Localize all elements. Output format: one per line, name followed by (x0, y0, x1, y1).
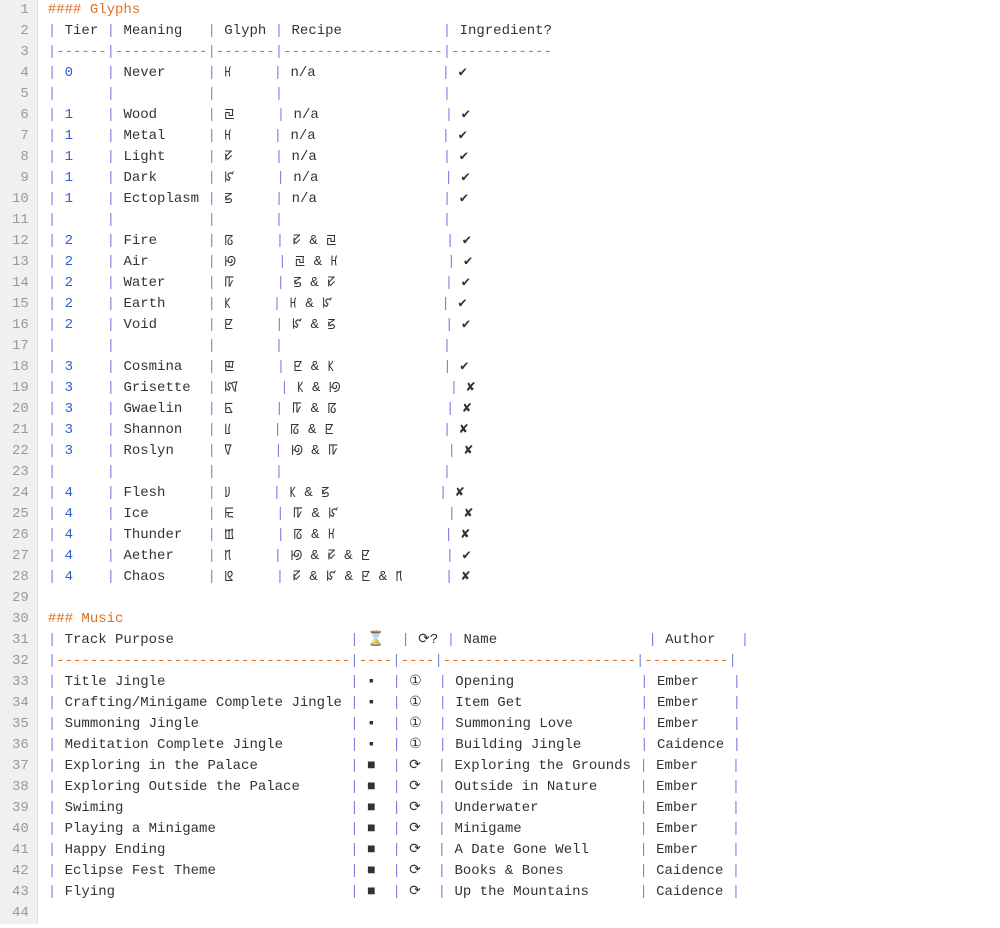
line-number: 10 (12, 189, 29, 210)
code-line: | 3 | Shannon | ꡦ | ꡞ & ꡢ | ✘ (48, 420, 749, 441)
line-number: 26 (12, 525, 29, 546)
line-number: 42 (12, 861, 29, 882)
line-number: 37 (12, 756, 29, 777)
line-number: 25 (12, 504, 29, 525)
line-number: 20 (12, 399, 29, 420)
line-number: 4 (12, 63, 29, 84)
code-line: | Exploring in the Palace | ■ | ⟳ | Expl… (48, 756, 749, 777)
line-number-gutter: 1234567891011121314151617181920212223242… (0, 0, 38, 924)
code-line: | 3 | Roslyn | ꡧ | ꡟ & ꡠ | ✘ (48, 441, 749, 462)
line-number: 15 (12, 294, 29, 315)
code-line: | 4 | Thunder | ꡪ | ꡞ & ꡘ | ✘ (48, 525, 749, 546)
code-line: | Crafting/Minigame Complete Jingle | ▪ … (48, 693, 749, 714)
line-number: 11 (12, 210, 29, 231)
code-editor-content[interactable]: #### Glyphs| Tier | Meaning | Glyph | Re… (38, 0, 749, 924)
line-number: 36 (12, 735, 29, 756)
code-line: | Happy Ending | ■ | ⟳ | A Date Gone Wel… (48, 840, 749, 861)
code-line: ### Music (48, 609, 749, 630)
line-number: 24 (12, 483, 29, 504)
line-number: 13 (12, 252, 29, 273)
line-number: 34 (12, 693, 29, 714)
line-number: 2 (12, 21, 29, 42)
line-number: 17 (12, 336, 29, 357)
line-number: 40 (12, 819, 29, 840)
line-number: 30 (12, 609, 29, 630)
code-line: | 2 | Air | ꡟ | ꡙ & ꡘ | ✔ (48, 252, 749, 273)
code-line: | 3 | Gwaelin | ꡥ | ꡠ & ꡞ | ✘ (48, 399, 749, 420)
code-line: | 1 | Metal | ꡘ | n/a | ✔ (48, 126, 749, 147)
code-line: | 1 | Light | ꡛ | n/a | ✔ (48, 147, 749, 168)
code-line: | 4 | Chaos | ꡬ | ꡛ & ꡜ & ꡢ & ꡫ | ✘ (48, 567, 749, 588)
line-number: 23 (12, 462, 29, 483)
line-number: 16 (12, 315, 29, 336)
code-line: |------|-----------|-------|------------… (48, 42, 749, 63)
code-line: |-----------------------------------|---… (48, 651, 749, 672)
line-number: 12 (12, 231, 29, 252)
code-line: | 2 | Water | ꡠ | ꡝ & ꡛ | ✔ (48, 273, 749, 294)
line-number: 38 (12, 777, 29, 798)
code-line: | Summoning Jingle | ▪ | ① | Summoning L… (48, 714, 749, 735)
code-line: | Tier | Meaning | Glyph | Recipe | Ingr… (48, 21, 749, 42)
code-line (48, 588, 749, 609)
code-line: | 4 | Aether | ꡫ | ꡟ & ꡛ & ꡢ | ✔ (48, 546, 749, 567)
code-line: | 1 | Wood | ꡙ | n/a | ✔ (48, 105, 749, 126)
code-line: | | | | | (48, 84, 749, 105)
code-line (48, 903, 749, 924)
line-number: 8 (12, 147, 29, 168)
code-line: | 4 | Flesh | ꡨ | ꡡ & ꡝ | ✘ (48, 483, 749, 504)
code-line: | Title Jingle | ▪ | ① | Opening | Ember… (48, 672, 749, 693)
line-number: 14 (12, 273, 29, 294)
code-line: | Exploring Outside the Palace | ■ | ⟳ |… (48, 777, 749, 798)
line-number: 43 (12, 882, 29, 903)
code-line: | | | | | (48, 336, 749, 357)
line-number: 39 (12, 798, 29, 819)
code-line: | 1 | Dark | ꡜ | n/a | ✔ (48, 168, 749, 189)
line-number: 6 (12, 105, 29, 126)
code-line: | | | | | (48, 462, 749, 483)
line-number: 22 (12, 441, 29, 462)
code-line: | 3 | Cosmina | ꡣ | ꡢ & ꡡ | ✔ (48, 357, 749, 378)
line-number: 41 (12, 840, 29, 861)
line-number: 1 (12, 0, 29, 21)
line-number: 3 (12, 42, 29, 63)
line-number: 32 (12, 651, 29, 672)
code-line: | Swiming | ■ | ⟳ | Underwater | Ember | (48, 798, 749, 819)
code-line: | 2 | Fire | ꡞ | ꡛ & ꡙ | ✔ (48, 231, 749, 252)
line-number: 29 (12, 588, 29, 609)
code-line: | Track Purpose | ⌛ | ⟳? | Name | Author… (48, 630, 749, 651)
line-number: 19 (12, 378, 29, 399)
line-number: 28 (12, 567, 29, 588)
code-line: #### Glyphs (48, 0, 749, 21)
code-line: | Flying | ■ | ⟳ | Up the Mountains | Ca… (48, 882, 749, 903)
line-number: 35 (12, 714, 29, 735)
code-line: | Playing a Minigame | ■ | ⟳ | Minigame … (48, 819, 749, 840)
line-number: 31 (12, 630, 29, 651)
line-number: 21 (12, 420, 29, 441)
code-line: | Eclipse Fest Theme | ■ | ⟳ | Books & B… (48, 861, 749, 882)
code-line: | Meditation Complete Jingle | ▪ | ① | B… (48, 735, 749, 756)
code-line: | 2 | Void | ꡢ | ꡜ & ꡝ | ✔ (48, 315, 749, 336)
code-line: | 2 | Earth | ꡡ | ꡘ & ꡜ | ✔ (48, 294, 749, 315)
line-number: 44 (12, 903, 29, 924)
code-line: | 4 | Ice | ꡩ | ꡠ & ꡜ | ✘ (48, 504, 749, 525)
line-number: 33 (12, 672, 29, 693)
line-number: 27 (12, 546, 29, 567)
line-number: 5 (12, 84, 29, 105)
code-line: | 3 | Grisette | ꡤ | ꡡ & ꡟ | ✘ (48, 378, 749, 399)
code-line: | 0 | Never | ꡘ | n/a | ✔ (48, 63, 749, 84)
line-number: 18 (12, 357, 29, 378)
code-line: | 1 | Ectoplasm | ꡝ | n/a | ✔ (48, 189, 749, 210)
line-number: 7 (12, 126, 29, 147)
line-number: 9 (12, 168, 29, 189)
code-line: | | | | | (48, 210, 749, 231)
